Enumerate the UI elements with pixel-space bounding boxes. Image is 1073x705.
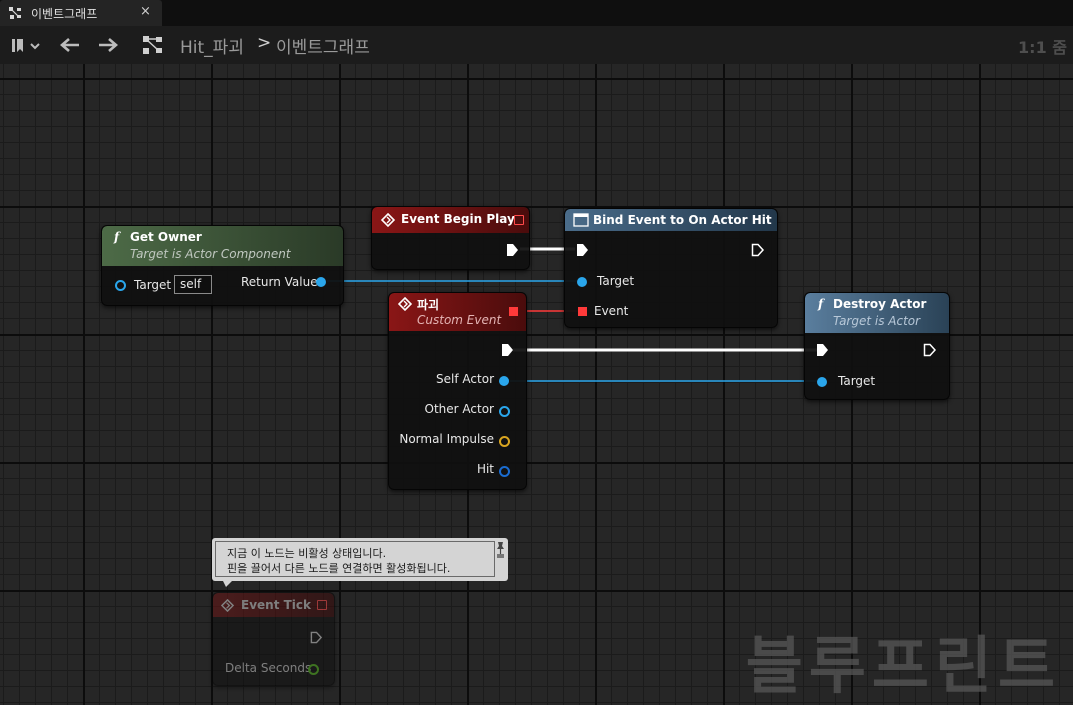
exec-out-pin[interactable]: [751, 243, 765, 257]
node-title: Event Begin Play: [401, 212, 515, 226]
graph-icon: [143, 36, 162, 54]
node-subtitle: Target is Actor Component: [130, 247, 291, 261]
event-icon: [221, 599, 234, 612]
target-pin[interactable]: [817, 377, 827, 387]
pin-label-hit: Hit: [476, 462, 494, 476]
back-arrow-icon[interactable]: [59, 37, 81, 53]
breadcrumb-parent[interactable]: Hit_파괴: [180, 33, 244, 58]
zoom-level: 1:1 줌: [1018, 38, 1067, 57]
pin-label-event: Event: [594, 304, 629, 318]
pin-label-target: Target: [838, 374, 876, 388]
exec-out-pin[interactable]: [506, 243, 520, 257]
hit-pin[interactable]: [499, 466, 510, 477]
self-value: self: [180, 277, 202, 291]
delegate-pin[interactable]: [514, 215, 524, 225]
pin-label-normal-impulse: Normal Impulse: [399, 432, 494, 446]
node-title: 파괴: [417, 298, 440, 312]
pin-label-other-actor: Other Actor: [424, 402, 494, 416]
return-value-pin[interactable]: [316, 277, 326, 287]
node-title: Get Owner: [130, 230, 202, 244]
node-title: Event Tick: [241, 598, 312, 612]
node-bind-event[interactable]: Bind Event to On Actor Hit Target Event: [564, 208, 778, 328]
graph-toolbar: Hit_파괴 > 이벤트그래프 1:1 줌: [0, 26, 1073, 64]
tooltip-line-1: 지금 이 노드는 비활성 상태입니다.: [227, 547, 387, 560]
tab-close-button[interactable]: ×: [140, 4, 151, 19]
node-title: Bind Event to On Actor Hit: [593, 213, 772, 227]
target-pin[interactable]: [577, 277, 587, 287]
self-actor-pin[interactable]: [499, 376, 509, 386]
graph-icon: [9, 7, 21, 19]
node-destroy-actor[interactable]: f Destroy Actor Target is Actor Target: [804, 292, 950, 400]
pin-label-return-value: Return Value: [241, 275, 318, 289]
node-subtitle: Target is Actor: [833, 314, 921, 328]
bookmark-dropdown-icon[interactable]: [10, 38, 42, 54]
window-icon: [573, 213, 589, 227]
exec-out-pin[interactable]: [501, 343, 515, 357]
event-icon: [381, 213, 395, 227]
exec-out-pin[interactable]: [923, 343, 937, 357]
exec-out-pin[interactable]: [310, 631, 323, 644]
function-icon: f: [114, 230, 120, 244]
normal-impulse-pin[interactable]: [499, 436, 510, 447]
pin-label-delta-seconds: Delta Seconds: [225, 661, 312, 675]
target-pin[interactable]: [115, 280, 126, 291]
graph-canvas[interactable]: 블루프린트 f Get Owner Target is Actor Compon…: [0, 64, 1073, 705]
delta-seconds-pin[interactable]: [308, 664, 319, 675]
forward-arrow-icon[interactable]: [97, 37, 119, 53]
pin-label-target: Target: [597, 274, 635, 288]
tab-event-graph[interactable]: 이벤트그래프 ×: [0, 0, 162, 26]
event-icon: [398, 297, 412, 311]
pin-label-target: Target: [134, 278, 172, 292]
disabled-node-tooltip: 지금 이 노드는 비활성 상태입니다. 핀을 끌어서 다른 노드를 연결하면 활…: [212, 538, 508, 587]
exec-in-pin[interactable]: [576, 243, 590, 257]
node-custom-event[interactable]: 파괴 Custom Event Self Actor Other Actor N…: [388, 292, 527, 490]
event-delegate-pin[interactable]: [578, 307, 587, 316]
node-get-owner[interactable]: f Get Owner Target is Actor Component Ta…: [101, 225, 344, 306]
tab-bar: 이벤트그래프 ×: [0, 0, 1073, 26]
exec-in-pin[interactable]: [816, 343, 830, 357]
node-subtitle: Custom Event: [417, 313, 502, 327]
pin-label-self-actor: Self Actor: [436, 372, 494, 386]
self-input[interactable]: self: [174, 275, 212, 294]
node-title: Destroy Actor: [833, 297, 927, 311]
tooltip-pointer: [222, 579, 234, 587]
other-actor-pin[interactable]: [499, 406, 510, 417]
node-event-tick-disabled[interactable]: Event Tick Delta Seconds: [212, 592, 335, 686]
tooltip-frame: 지금 이 노드는 비활성 상태입니다. 핀을 끌어서 다른 노드를 연결하면 활…: [215, 541, 495, 577]
breadcrumb-current: 이벤트그래프: [276, 38, 370, 58]
tab-label: 이벤트그래프: [31, 7, 98, 21]
breadcrumb-separator: >: [257, 33, 272, 53]
function-icon: f: [818, 297, 824, 311]
pin-icon[interactable]: [495, 541, 506, 559]
delegate-out-pin[interactable]: [509, 307, 518, 316]
delegate-pin[interactable]: [317, 600, 327, 610]
tooltip-line-2: 핀을 끌어서 다른 노드를 연결하면 활성화됩니다.: [227, 562, 451, 575]
node-event-begin-play[interactable]: Event Begin Play: [371, 206, 530, 270]
